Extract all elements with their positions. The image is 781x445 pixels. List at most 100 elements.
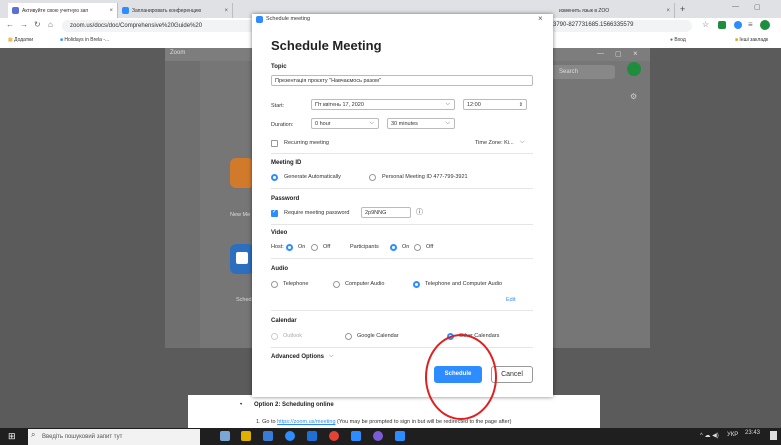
topic-input[interactable]: Презентація проєкту "Навчаємось разом" (271, 75, 533, 86)
forward-icon[interactable]: → (20, 20, 28, 29)
gear-icon[interactable]: ⚙ (630, 92, 637, 101)
calendar-icon (236, 252, 248, 264)
avatar[interactable] (760, 20, 770, 30)
recurring-checkbox[interactable] (271, 140, 278, 147)
notification-icon[interactable] (770, 431, 777, 440)
participants-label: Participants (350, 244, 379, 250)
extension-icon[interactable] (718, 21, 726, 29)
personal-id-radio[interactable] (369, 174, 376, 181)
maximize-icon[interactable]: ▢ (754, 3, 761, 11)
check-icon: ✓ (272, 209, 278, 215)
task-view-icon[interactable] (220, 431, 230, 441)
close-icon[interactable]: × (224, 8, 228, 14)
generate-auto-label: Generate Automatically (284, 174, 341, 180)
list-number: 1. (256, 419, 261, 425)
bookmark-apps[interactable]: ▦ Додатки (8, 37, 33, 43)
outlook-radio[interactable] (271, 333, 278, 340)
host-video-off-radio[interactable] (311, 244, 318, 251)
taskbar-search[interactable]: Введіть пошуковий запит тут (28, 429, 200, 445)
bookmark-icon: ● (670, 37, 674, 43)
telephone-radio[interactable] (271, 281, 278, 288)
windows-start-icon[interactable]: ⊞ (8, 431, 16, 442)
taskbar-search-placeholder: Введіть пошуковий запит тут (42, 434, 123, 440)
new-meeting-button[interactable] (230, 158, 254, 188)
avatar[interactable] (627, 62, 641, 76)
schedule-button[interactable] (230, 244, 254, 274)
duration-hours-select[interactable]: 0 hour (311, 118, 379, 129)
browser-tab[interactable]: изменить язык в ZOO × (555, 3, 675, 18)
close-icon[interactable]: × (109, 8, 113, 14)
meeting-id-label: Meeting ID (271, 160, 302, 166)
mail-icon[interactable] (307, 431, 317, 441)
menu-icon[interactable]: ≡ (748, 20, 753, 29)
bookmark-other[interactable]: ■ Інші закладк (735, 37, 768, 43)
chrome-icon[interactable] (329, 431, 339, 441)
language-indicator[interactable]: УКР (727, 432, 738, 438)
bookmark-login[interactable]: ● Вход (670, 37, 686, 43)
meeting-link[interactable]: https://zoom.us/meeting (277, 419, 335, 425)
host-video-on-radio[interactable] (286, 244, 293, 251)
reload-icon[interactable]: ↻ (34, 20, 41, 29)
maximize-icon[interactable]: ▢ (615, 50, 622, 58)
participants-video-on-radio[interactable] (390, 244, 397, 251)
google-calendar-radio[interactable] (345, 333, 352, 340)
zoom-title: Zoom (170, 50, 186, 56)
home-icon[interactable]: ⌂ (48, 20, 53, 29)
stepper-icon[interactable]: ⇕ (519, 100, 523, 109)
telephone-and-computer-radio[interactable] (413, 281, 420, 288)
start-date-value: Пт квітень 17, 2020 (315, 102, 364, 108)
computer-audio-radio[interactable] (333, 281, 340, 288)
duration-minutes-select[interactable]: 30 minutes (387, 118, 455, 129)
start-date-select[interactable]: Пт квітень 17, 2020 (311, 99, 455, 110)
edge-icon[interactable] (285, 431, 295, 441)
zoom-taskbar-icon[interactable] (395, 431, 405, 441)
clock[interactable]: 23:43 (745, 430, 760, 436)
info-icon[interactable]: ⓘ (416, 207, 423, 217)
password-value: 2p9NNG (365, 210, 387, 216)
browser-tab[interactable]: Активуйте свою учетную зап × (8, 3, 118, 18)
search-placeholder: Search (559, 69, 579, 75)
close-icon[interactable]: × (538, 14, 543, 23)
participants-video-off-radio[interactable] (414, 244, 421, 251)
tab-label: Активуйте свою учетную зап (22, 7, 89, 14)
extension-icon[interactable] (734, 21, 742, 29)
doc-heading: Option 2: Scheduling online (254, 402, 334, 408)
divider (271, 224, 533, 225)
bookmark-item[interactable]: ■ Holidays in Brela -... (60, 37, 109, 43)
store-icon[interactable] (263, 431, 273, 441)
edit-link[interactable]: Edit (506, 297, 515, 303)
browser-tab[interactable]: Запланировать конференцию × (118, 3, 233, 18)
star-icon[interactable]: ☆ (702, 20, 709, 29)
minimize-icon[interactable]: — (732, 3, 739, 10)
telephone-and-computer-label: Telephone and Computer Audio (425, 281, 503, 287)
close-icon[interactable]: × (633, 49, 638, 58)
timezone-select[interactable]: Time Zone: Ki... (475, 140, 514, 146)
minutes-value: 30 minutes (391, 121, 418, 127)
schedule-label: Sched (236, 297, 252, 303)
new-tab-icon[interactable]: + (680, 4, 685, 14)
back-icon[interactable]: ← (6, 20, 14, 29)
hours-value: 0 hour (315, 121, 331, 127)
video-label: Video (271, 230, 288, 236)
host-label: Host: (271, 244, 284, 250)
list-text: Go to (262, 419, 278, 425)
advanced-options-toggle[interactable]: Advanced Options (271, 354, 324, 360)
tab-label: изменить язык в ZOO (559, 7, 610, 14)
minimize-icon[interactable]: — (597, 50, 604, 57)
url-tail: 3790-827731685.1566335579 (553, 22, 634, 28)
search-input[interactable]: Search (545, 65, 615, 79)
viber-icon[interactable] (373, 431, 383, 441)
generate-auto-radio[interactable] (271, 174, 278, 181)
close-icon[interactable]: × (666, 8, 670, 14)
start-time-stepper[interactable]: 12:00 ⇕ (463, 99, 527, 110)
cancel-button[interactable]: Cancel (491, 366, 533, 383)
tab-favicon (12, 7, 19, 14)
file-explorer-icon[interactable] (241, 431, 251, 441)
folder-icon: ■ (735, 37, 739, 43)
tab-favicon (122, 7, 129, 14)
zoom-taskbar-icon[interactable] (351, 431, 361, 441)
password-input[interactable]: 2p9NNG (361, 207, 411, 218)
tray-icons[interactable]: ^ ☁ ◀) (700, 432, 719, 439)
divider (271, 188, 533, 189)
chevron-down-icon: ⌵ (520, 139, 525, 145)
